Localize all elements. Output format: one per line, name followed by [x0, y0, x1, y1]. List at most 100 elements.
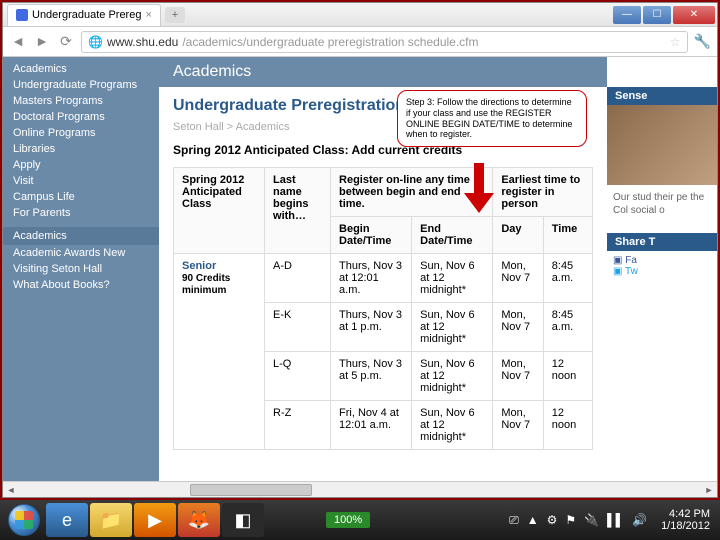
window-controls: — ☐ ✕	[613, 6, 717, 24]
table-row: Senior90 Credits minimum A-D Thurs, Nov …	[174, 254, 593, 303]
cell-time: 8:45 a.m.	[543, 254, 592, 303]
minimize-button[interactable]: —	[613, 6, 641, 24]
cell-end: Sun, Nov 6 at 12 midnight*	[412, 352, 493, 401]
cell-name: L-Q	[265, 352, 331, 401]
clock[interactable]: 4:42 PM 1/18/2012	[655, 508, 716, 532]
media-player-icon[interactable]: ▶	[134, 503, 176, 537]
zoom-indicator[interactable]: 100%	[326, 512, 370, 528]
tab-close-icon[interactable]: ×	[145, 9, 151, 21]
firefox-icon[interactable]: 🦊	[178, 503, 220, 537]
start-button[interactable]	[4, 502, 44, 538]
time: 4:42 PM	[661, 508, 710, 520]
nav-item[interactable]: Academics	[3, 61, 159, 77]
nav-item[interactable]: What About Books?	[3, 277, 159, 293]
nav-item[interactable]: Apply	[3, 157, 159, 173]
sidebar-text: Our stud their pe the Col social o	[607, 185, 717, 223]
cell-day: Mon, Nov 7	[493, 303, 543, 352]
nav-item[interactable]: Visit	[3, 173, 159, 189]
nav-item[interactable]: Campus Life	[3, 189, 159, 205]
nav-item[interactable]: Masters Programs	[3, 93, 159, 109]
schedule-table: Spring 2012 Anticipated Class Last name …	[173, 167, 593, 450]
volume-icon[interactable]: 🔊	[632, 513, 647, 527]
th-person: Earliest time to register in person	[493, 168, 593, 217]
url-path: /academics/undergraduate preregistration…	[182, 35, 478, 49]
page-body: Undergraduate Preregistration Schedule S…	[159, 87, 607, 481]
cell-name: A-D	[265, 254, 331, 303]
maximize-button[interactable]: ☐	[643, 6, 671, 24]
nav-item[interactable]: Visiting Seton Hall	[3, 261, 159, 277]
page-content: Academics Undergraduate Programs Masters…	[3, 57, 717, 481]
cell-name: E-K	[265, 303, 331, 352]
browser-tab[interactable]: Undergraduate Prereg ×	[7, 4, 161, 26]
sidebar-box-title: Sense	[607, 87, 717, 105]
bookmark-icon[interactable]: ☆	[670, 35, 681, 49]
app-icon[interactable]: ◧	[222, 503, 264, 537]
cell-time: 12 noon	[543, 352, 592, 401]
action-center-icon[interactable]: ⚑	[565, 513, 576, 527]
url-input[interactable]: 🌐 www.shu.edu /academics/undergraduate p…	[81, 31, 688, 53]
nav-section: Academics	[3, 227, 159, 245]
back-button[interactable]: ◄	[9, 33, 27, 51]
address-bar: ◄ ► ⟳ 🌐 www.shu.edu /academics/undergrad…	[3, 27, 717, 57]
nav-item[interactable]: For Parents	[3, 205, 159, 221]
forward-button[interactable]: ►	[33, 33, 51, 51]
page-banner: Academics	[159, 57, 607, 87]
left-nav: Academics Undergraduate Programs Masters…	[3, 57, 159, 481]
cell-begin: Thurs, Nov 3 at 12:01 a.m.	[331, 254, 412, 303]
browser-window: Undergraduate Prereg × + — ☐ ✕ ◄ ► ⟳ 🌐 w…	[2, 2, 718, 498]
th-end: End Date/Time	[412, 217, 493, 254]
horizontal-scrollbar[interactable]: ◄ ►	[3, 481, 717, 497]
nav-item[interactable]: Libraries	[3, 141, 159, 157]
tray-icon[interactable]: ⎚	[509, 513, 519, 528]
main-column: Academics Undergraduate Preregistration …	[159, 57, 607, 481]
nav-item[interactable]: Doctoral Programs	[3, 109, 159, 125]
cell-begin: Thurs, Nov 3 at 5 p.m.	[331, 352, 412, 401]
globe-icon: 🌐	[88, 35, 103, 49]
th-lastname: Last name begins with…	[265, 168, 331, 254]
cell-time: 8:45 a.m.	[543, 303, 592, 352]
twitter-icon[interactable]: ▣ Tw	[613, 266, 711, 277]
cell-end: Sun, Nov 6 at 12 midnight*	[412, 254, 493, 303]
taskbar: e 📁 ▶ 🦊 ◧ 100% ⎚ ▲ ⚙ ⚑ 🔌 ▌▌ 🔊 4:42 PM 1/…	[0, 500, 720, 540]
sidebar-image	[607, 105, 717, 185]
titlebar: Undergraduate Prereg × + — ☐ ✕	[3, 3, 717, 27]
th-time: Time	[543, 217, 592, 254]
instruction-callout: Step 3: Follow the directions to determi…	[397, 90, 587, 147]
scroll-thumb[interactable]	[190, 484, 313, 496]
scroll-left-icon[interactable]: ◄	[3, 485, 19, 495]
cell-begin: Fri, Nov 4 at 12:01 a.m.	[331, 401, 412, 450]
cell-day: Mon, Nov 7	[493, 352, 543, 401]
th-class: Spring 2012 Anticipated Class	[174, 168, 265, 254]
show-hidden-icon[interactable]: ▲	[527, 513, 539, 527]
nav-item[interactable]: Undergraduate Programs	[3, 77, 159, 93]
cell-class: Senior90 Credits minimum	[174, 254, 265, 450]
nav-item[interactable]: Online Programs	[3, 125, 159, 141]
cell-end: Sun, Nov 6 at 12 midnight*	[412, 303, 493, 352]
cell-day: Mon, Nov 7	[493, 254, 543, 303]
tab-title: Undergraduate Prereg	[32, 9, 141, 21]
explorer-icon[interactable]: 📁	[90, 503, 132, 537]
cell-end: Sun, Nov 6 at 12 midnight*	[412, 401, 493, 450]
url-domain: www.shu.edu	[107, 35, 178, 49]
settings-icon[interactable]: 🔧	[694, 33, 711, 50]
scroll-right-icon[interactable]: ►	[701, 485, 717, 495]
cell-name: R-Z	[265, 401, 331, 450]
ie-icon[interactable]: e	[46, 503, 88, 537]
power-icon[interactable]: 🔌	[584, 513, 599, 527]
close-button[interactable]: ✕	[673, 6, 715, 24]
th-day: Day	[493, 217, 543, 254]
new-tab-button[interactable]: +	[165, 7, 185, 23]
date: 1/18/2012	[661, 520, 710, 532]
cell-day: Mon, Nov 7	[493, 401, 543, 450]
nav-item[interactable]: Academic Awards New	[3, 245, 159, 261]
th-begin: Begin Date/Time	[331, 217, 412, 254]
facebook-icon[interactable]: ▣ Fa	[613, 255, 711, 266]
reload-button[interactable]: ⟳	[57, 33, 75, 51]
tray-icon[interactable]: ⚙	[547, 513, 558, 527]
network-icon[interactable]: ▌▌	[607, 513, 624, 527]
cell-begin: Thurs, Nov 3 at 1 p.m.	[331, 303, 412, 352]
arrow-icon	[459, 163, 499, 218]
cell-time: 12 noon	[543, 401, 592, 450]
share-title: Share T	[607, 233, 717, 251]
favicon	[16, 9, 28, 21]
